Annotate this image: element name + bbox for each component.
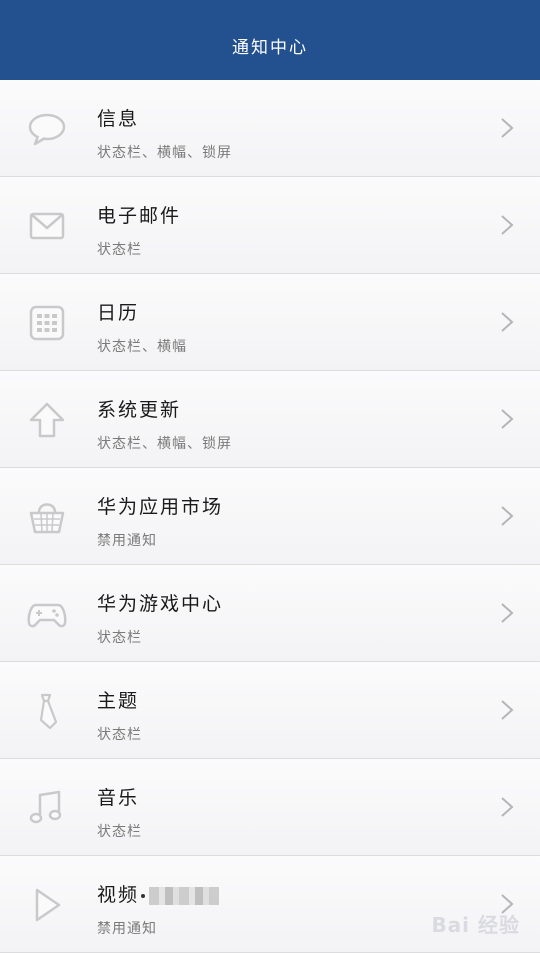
- list-item-calendar[interactable]: 日历 状态栏、横幅: [0, 274, 540, 371]
- item-title: 信息: [97, 108, 140, 130]
- list-item-music[interactable]: 音乐 状态栏: [0, 759, 540, 856]
- item-subtitle: 状态栏、横幅、锁屏: [97, 436, 232, 452]
- item-subtitle: 禁用通知: [97, 921, 157, 937]
- list-item-app-market[interactable]: 华为应用市场 禁用通知: [0, 468, 540, 565]
- watermark: Bai 经验: [431, 913, 520, 937]
- item-title: 音乐: [97, 787, 140, 809]
- tie-icon: [26, 690, 68, 732]
- item-title: 日历: [97, 302, 140, 324]
- item-subtitle: 状态栏、横幅: [97, 339, 187, 355]
- play-icon: [26, 884, 68, 926]
- list-item-themes[interactable]: 主题 状态栏: [0, 662, 540, 759]
- chevron-right-icon: [501, 506, 514, 526]
- chevron-right-icon: [501, 215, 514, 235]
- up-arrow-icon: [26, 399, 68, 441]
- page-header: 通知中心: [0, 0, 540, 80]
- list-item-system-update[interactable]: 系统更新 状态栏、横幅、锁屏: [0, 371, 540, 468]
- calendar-icon: [26, 302, 68, 344]
- music-note-icon: [26, 787, 68, 829]
- separator-dot: [141, 893, 146, 898]
- item-subtitle: 状态栏: [97, 824, 142, 840]
- item-title: 电子邮件: [97, 205, 182, 227]
- gamepad-icon: [26, 593, 68, 635]
- speech-bubble-icon: [26, 108, 68, 150]
- chevron-right-icon: [501, 603, 514, 623]
- item-title: 主题: [97, 690, 140, 712]
- list-item-email[interactable]: 电子邮件 状态栏: [0, 177, 540, 274]
- item-title: 系统更新: [97, 399, 182, 421]
- item-title: 视频: [97, 880, 220, 907]
- item-title: 华为应用市场: [97, 496, 224, 518]
- basket-icon: [26, 496, 68, 538]
- item-subtitle: 状态栏: [97, 242, 142, 258]
- item-title: 华为游戏中心: [97, 593, 224, 615]
- envelope-icon: [26, 205, 68, 247]
- item-subtitle: 禁用通知: [97, 533, 157, 549]
- blurred-region: [149, 886, 220, 905]
- list-item-video[interactable]: 视频 禁用通知 Bai 经验: [0, 856, 540, 953]
- chevron-right-icon: [501, 409, 514, 429]
- item-subtitle: 状态栏、横幅、锁屏: [97, 145, 232, 161]
- notification-app-list: 信息 状态栏、横幅、锁屏 电子邮件 状态栏 日历 状态栏、横幅 系统更新 状态栏…: [0, 80, 540, 953]
- page-title: 通知中心: [232, 37, 308, 58]
- chevron-right-icon: [501, 118, 514, 138]
- list-item-messages[interactable]: 信息 状态栏、横幅、锁屏: [0, 80, 540, 177]
- list-item-game-center[interactable]: 华为游戏中心 状态栏: [0, 565, 540, 662]
- item-title-text: 视频: [97, 884, 140, 906]
- chevron-right-icon: [501, 700, 514, 720]
- item-subtitle: 状态栏: [97, 727, 142, 743]
- chevron-right-icon: [501, 312, 514, 332]
- item-subtitle: 状态栏: [97, 630, 142, 646]
- chevron-right-icon: [501, 797, 514, 817]
